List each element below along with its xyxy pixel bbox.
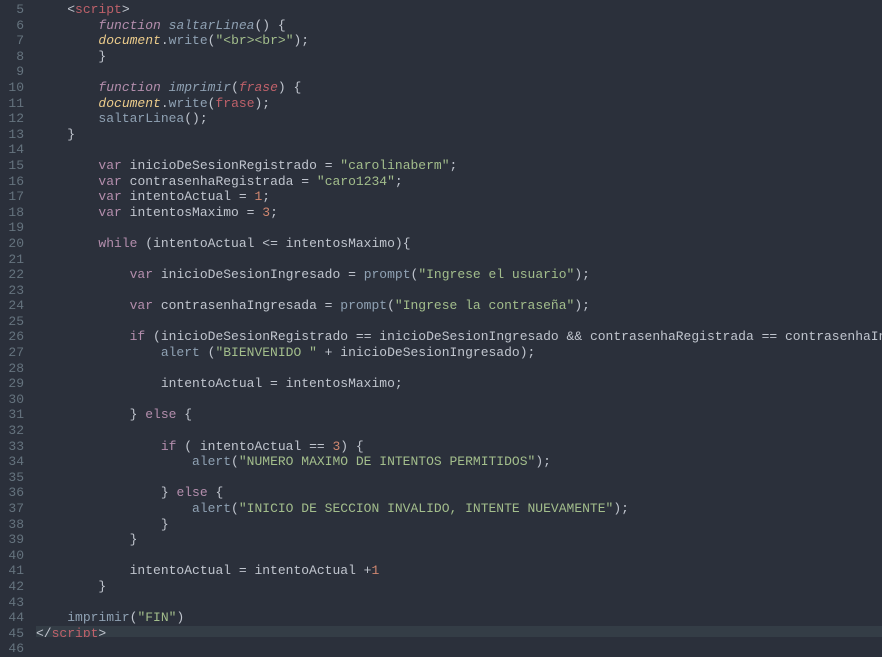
- code-line[interactable]: }: [36, 579, 882, 595]
- line-number: 31: [4, 407, 24, 423]
- code-line[interactable]: document.write("<br><br>");: [36, 33, 882, 49]
- line-number: 18: [4, 205, 24, 221]
- line-number: 41: [4, 563, 24, 579]
- line-number: 8: [4, 49, 24, 65]
- code-line[interactable]: alert("NUMERO MAXIMO DE INTENTOS PERMITI…: [36, 454, 882, 470]
- line-number: 40: [4, 548, 24, 564]
- code-line[interactable]: document.write(frase);: [36, 96, 882, 112]
- code-line[interactable]: [36, 423, 882, 439]
- line-number-gutter: 5678910111213141516171819202122232425262…: [0, 0, 32, 637]
- line-number: 13: [4, 127, 24, 143]
- line-number: 29: [4, 376, 24, 392]
- line-number: 24: [4, 298, 24, 314]
- code-line[interactable]: [36, 64, 882, 80]
- code-editor: 5678910111213141516171819202122232425262…: [0, 0, 882, 637]
- code-line[interactable]: if (inicioDeSesionRegistrado == inicioDe…: [36, 329, 882, 345]
- code-area[interactable]: <script> function saltarLinea() { docume…: [32, 0, 882, 637]
- code-line[interactable]: function imprimir(frase) {: [36, 80, 882, 96]
- code-line[interactable]: [36, 548, 882, 564]
- code-line[interactable]: }: [36, 49, 882, 65]
- line-number: 44: [4, 610, 24, 626]
- line-number: 30: [4, 392, 24, 408]
- line-number: 16: [4, 174, 24, 190]
- code-line[interactable]: imprimir("FIN"): [36, 610, 882, 626]
- line-number: 35: [4, 470, 24, 486]
- code-line[interactable]: alert ("BIENVENIDO " + inicioDeSesionIng…: [36, 345, 882, 361]
- line-number: 15: [4, 158, 24, 174]
- line-number: 43: [4, 595, 24, 611]
- line-number: 28: [4, 361, 24, 377]
- code-line[interactable]: }: [36, 127, 882, 143]
- code-line[interactable]: }: [36, 517, 882, 533]
- line-number: 27: [4, 345, 24, 361]
- code-line[interactable]: var contrasenhaRegistrada = "caro1234";: [36, 174, 882, 190]
- line-number: 5: [4, 2, 24, 18]
- code-line[interactable]: <script>: [36, 2, 882, 18]
- line-number: 17: [4, 189, 24, 205]
- code-line[interactable]: var intentoActual = 1;: [36, 189, 882, 205]
- line-number: 22: [4, 267, 24, 283]
- code-line[interactable]: while (intentoActual <= intentosMaximo){: [36, 236, 882, 252]
- code-line[interactable]: var inicioDeSesionIngresado = prompt("In…: [36, 267, 882, 283]
- line-number: 14: [4, 142, 24, 158]
- code-line[interactable]: intentoActual = intentoActual +1: [36, 563, 882, 579]
- line-number: 38: [4, 517, 24, 533]
- line-number: 26: [4, 329, 24, 345]
- code-line[interactable]: [36, 470, 882, 486]
- line-number: 36: [4, 485, 24, 501]
- line-number: 39: [4, 532, 24, 548]
- code-line[interactable]: saltarLinea();: [36, 111, 882, 127]
- line-number: 19: [4, 220, 24, 236]
- line-number: 33: [4, 439, 24, 455]
- line-number: 20: [4, 236, 24, 252]
- code-line[interactable]: } else {: [36, 407, 882, 423]
- code-line[interactable]: </script>: [36, 626, 882, 637]
- line-number: 42: [4, 579, 24, 595]
- line-number: 34: [4, 454, 24, 470]
- line-number: 9: [4, 64, 24, 80]
- code-line[interactable]: [36, 314, 882, 330]
- code-line[interactable]: function saltarLinea() {: [36, 18, 882, 34]
- code-line[interactable]: [36, 595, 882, 611]
- line-number: 11: [4, 96, 24, 112]
- code-line[interactable]: var contrasenhaIngresada = prompt("Ingre…: [36, 298, 882, 314]
- code-line[interactable]: intentoActual = intentosMaximo;: [36, 376, 882, 392]
- code-line[interactable]: [36, 252, 882, 268]
- code-line[interactable]: var inicioDeSesionRegistrado = "carolina…: [36, 158, 882, 174]
- code-line[interactable]: [36, 361, 882, 377]
- line-number: 23: [4, 283, 24, 299]
- line-number: 10: [4, 80, 24, 96]
- line-number: 21: [4, 252, 24, 268]
- code-line[interactable]: if ( intentoActual == 3) {: [36, 439, 882, 455]
- line-number: 32: [4, 423, 24, 439]
- line-number: 45: [4, 626, 24, 642]
- code-line[interactable]: }: [36, 532, 882, 548]
- code-line[interactable]: alert("INICIO DE SECCION INVALIDO, INTEN…: [36, 501, 882, 517]
- line-number: 12: [4, 111, 24, 127]
- line-number: 6: [4, 18, 24, 34]
- line-number: 7: [4, 33, 24, 49]
- code-line[interactable]: [36, 220, 882, 236]
- code-line[interactable]: } else {: [36, 485, 882, 501]
- code-line[interactable]: [36, 392, 882, 408]
- code-line[interactable]: [36, 142, 882, 158]
- line-number: 46: [4, 641, 24, 657]
- line-number: 37: [4, 501, 24, 517]
- code-line[interactable]: var intentosMaximo = 3;: [36, 205, 882, 221]
- code-line[interactable]: [36, 283, 882, 299]
- line-number: 25: [4, 314, 24, 330]
